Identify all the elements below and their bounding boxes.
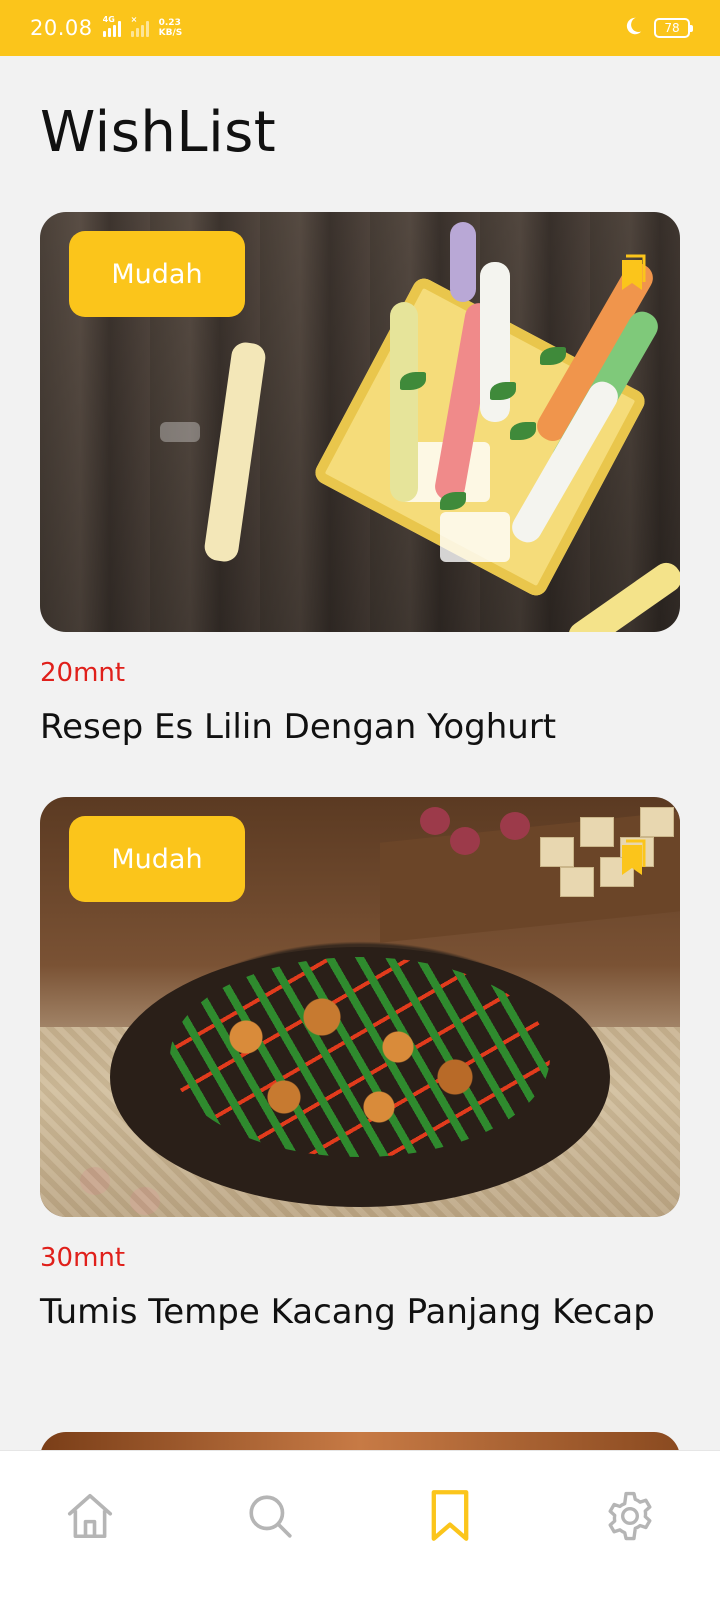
bookmark-filled-icon: [622, 254, 646, 290]
signal-secondary-icon: ×: [130, 15, 149, 37]
signal-4g-icon: 4G: [102, 15, 121, 37]
status-left: 20.08 4G × 0.23 KB/S: [30, 15, 183, 40]
no-signal-mark: ×: [130, 15, 138, 24]
nav-settings[interactable]: [585, 1481, 675, 1551]
battery-level: 78: [664, 21, 680, 35]
status-right: 78: [622, 15, 693, 41]
recipe-card[interactable]: Mudah 30mnt Tumis Tempe Kacang Panjang K…: [40, 797, 680, 1337]
bookmark-filled-icon: [622, 839, 646, 875]
gear-icon: [608, 1491, 652, 1541]
battery-icon: 78: [654, 18, 693, 38]
nav-home[interactable]: [45, 1481, 135, 1551]
network-speed: 0.23 KB/S: [159, 18, 183, 38]
network-type-label: 4G: [102, 15, 115, 24]
home-icon: [67, 1493, 113, 1539]
recipe-title[interactable]: Tumis Tempe Kacang Panjang Kecap: [40, 1287, 680, 1337]
nav-search[interactable]: [225, 1481, 315, 1551]
nav-wishlist[interactable]: [405, 1481, 495, 1551]
speed-value: 0.23: [158, 18, 181, 28]
bottom-navigation: [0, 1450, 720, 1600]
recipe-card[interactable]: Mudah 20mnt Resep Es Lilin Dengan Yoghur…: [40, 212, 680, 752]
page-title: WishList: [40, 100, 277, 165]
difficulty-badge: Mudah: [69, 231, 245, 317]
recipe-time: 30mnt: [40, 1243, 126, 1273]
moon-icon: [622, 15, 644, 41]
recipe-title[interactable]: Resep Es Lilin Dengan Yoghurt: [40, 702, 680, 752]
difficulty-badge: Mudah: [69, 816, 245, 902]
status-bar: 20.08 4G × 0.23 KB/S 78: [0, 0, 720, 56]
recipe-image-stir-fry[interactable]: Mudah: [40, 797, 680, 1217]
bookmark-button[interactable]: [610, 252, 654, 296]
recipe-time: 20mnt: [40, 658, 126, 688]
recipe-image-popsicle[interactable]: Mudah: [40, 212, 680, 632]
food-pile-shape: [170, 957, 550, 1157]
bookmark-button[interactable]: [610, 837, 654, 881]
search-icon: [249, 1495, 292, 1538]
status-time: 20.08: [30, 16, 93, 40]
speed-unit: KB/S: [158, 28, 183, 38]
bookmark-icon: [431, 1490, 469, 1541]
